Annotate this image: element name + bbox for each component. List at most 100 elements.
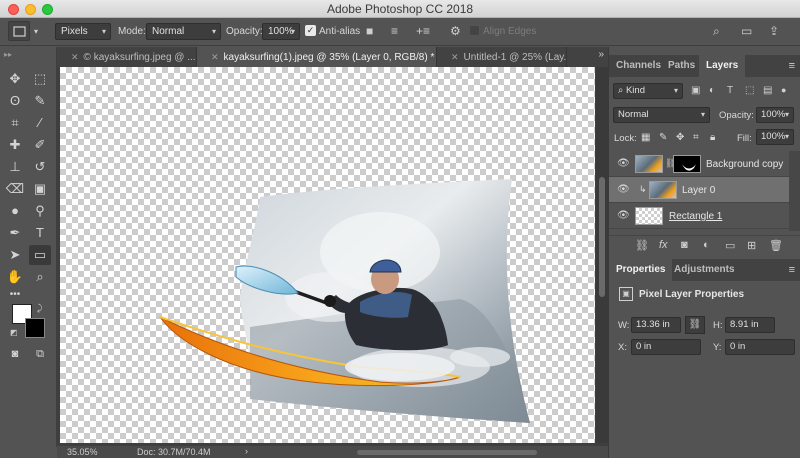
type-tool-icon[interactable]: T	[29, 223, 51, 243]
layer-row-layer-0[interactable]: 👁︎ ↳ Layer 0	[609, 177, 789, 203]
vertical-scroll-thumb[interactable]	[599, 177, 605, 297]
link-dimensions-icon[interactable]: ⛓	[685, 316, 705, 334]
shape-tool-preset-icon[interactable]	[8, 21, 30, 41]
move-tool-icon[interactable]: ✥	[4, 69, 26, 89]
layer-name[interactable]: Layer 0	[682, 185, 715, 196]
history-brush-tool-icon[interactable]: ↺	[29, 157, 51, 177]
y-input[interactable]: 0 in	[725, 339, 795, 355]
workspace-icon[interactable]: ▭	[741, 24, 752, 38]
fill-input[interactable]: 100% ▾	[756, 129, 794, 145]
add-mask-icon[interactable]: ◙	[681, 239, 688, 251]
background-color-swatch[interactable]	[25, 318, 45, 338]
preset-chevron-down-icon[interactable]: ▾	[34, 27, 38, 36]
visibility-eye-icon[interactable]: 👁︎	[617, 184, 630, 195]
swap-colors-icon[interactable]: ⤸	[37, 303, 42, 314]
visibility-eye-icon[interactable]: 👁︎	[617, 158, 630, 169]
horizontal-scroll-thumb[interactable]	[357, 450, 537, 455]
filter-smart-object-icon[interactable]: ▤	[763, 85, 772, 96]
layer-mask-thumbnail[interactable]	[673, 155, 701, 173]
quick-selection-tool-icon[interactable]: ✎	[29, 91, 51, 111]
tab-properties[interactable]: Properties	[609, 259, 673, 281]
hand-tool-icon[interactable]: ✋	[4, 267, 26, 287]
lasso-tool-icon[interactable]: ʘ	[4, 91, 26, 111]
new-adjustment-layer-icon[interactable]: ◐	[703, 239, 710, 251]
new-group-folder-icon[interactable]: ▭	[725, 239, 735, 252]
filter-toggle-icon[interactable]: ●	[781, 85, 786, 95]
opacity-input[interactable]: 100% ▾	[262, 23, 300, 40]
rectangle-tool-icon[interactable]: ▭	[29, 245, 51, 265]
quick-mask-icon[interactable]: ◙	[4, 344, 26, 364]
filter-shape-icon[interactable]: ⬚	[745, 85, 754, 96]
screen-mode-icon[interactable]: ⧉	[29, 344, 51, 364]
healing-brush-tool-icon[interactable]: ✚	[4, 135, 26, 155]
clone-stamp-tool-icon[interactable]: ⊥	[4, 157, 26, 177]
filter-pixel-icon[interactable]: ▣	[691, 85, 700, 96]
tab-channels[interactable]: Channels	[609, 55, 668, 77]
layer-name[interactable]: Background copy	[706, 159, 783, 170]
eyedropper-tool-icon[interactable]: ⁄	[29, 113, 51, 133]
marquee-tool-icon[interactable]: ⬚	[29, 69, 51, 89]
path-selection-tool-icon[interactable]: ➤	[4, 245, 26, 265]
blend-mode-select[interactable]: Normal ▾	[613, 107, 710, 123]
layers-panel-menu-icon[interactable]: ≡	[789, 60, 795, 72]
filter-adjustment-icon[interactable]: ◐	[709, 85, 715, 96]
tab-kayaksurfing[interactable]: ✕ © kayaksurfing.jpeg @ ...	[57, 47, 197, 67]
height-input[interactable]: 8.91 in	[725, 317, 775, 333]
antialias-checkbox[interactable]: ✓	[305, 25, 316, 36]
vertical-scrollbar[interactable]	[596, 67, 608, 443]
crop-tool-icon[interactable]: ⌗	[4, 113, 26, 133]
width-label: W:	[618, 320, 630, 331]
lock-artboard-icon[interactable]: ⌗	[693, 132, 699, 143]
zoom-level[interactable]: 35.05%	[67, 447, 98, 457]
width-input[interactable]: 13.36 in	[631, 317, 681, 333]
gradient-tool-icon[interactable]: ▣	[29, 179, 51, 199]
zoom-tool-icon[interactable]: ⌕	[29, 267, 51, 287]
properties-panel-menu-icon[interactable]: ≡	[789, 264, 795, 276]
close-tab-icon[interactable]: ✕	[71, 52, 79, 62]
more-tools-icon[interactable]: •••	[4, 285, 26, 305]
close-tab-icon[interactable]: ✕	[211, 52, 219, 62]
lock-image-icon[interactable]: ✎	[659, 132, 667, 143]
lock-position-icon[interactable]: ✥	[676, 132, 684, 143]
layers-scrollbar[interactable]	[789, 151, 800, 231]
gear-icon[interactable]: ⚙	[450, 24, 461, 38]
tab-layers[interactable]: Layers	[699, 55, 746, 77]
path-arrangement-icon[interactable]: +≡	[416, 24, 430, 38]
collapse-toolbar-icon[interactable]: ▸▸	[4, 50, 12, 59]
tab-paths[interactable]: Paths	[661, 55, 702, 77]
share-icon[interactable]: ⇪	[769, 24, 779, 38]
filter-type-icon[interactable]: T	[727, 85, 733, 96]
link-layers-icon[interactable]: ⛓	[635, 239, 649, 252]
layer-opacity-input[interactable]: 100% ▾	[756, 107, 794, 123]
new-layer-icon[interactable]: ⊞	[747, 239, 756, 252]
search-icon[interactable]: ⌕	[713, 24, 720, 39]
path-alignment-icon[interactable]: ≡	[391, 24, 398, 38]
tabs-overflow-icon[interactable]: »	[598, 49, 604, 60]
trash-icon[interactable]: 🗑︎	[769, 239, 783, 252]
status-menu-chevron-icon[interactable]: ›	[245, 446, 248, 456]
layer-row-rectangle-1[interactable]: 👁︎ Rectangle 1	[609, 203, 789, 229]
tab-kayaksurfing-1[interactable]: ✕ kayaksurfing(1).jpeg @ 35% (Layer 0, RG…	[197, 47, 437, 67]
layer-style-fx-icon[interactable]: fx	[659, 239, 668, 251]
blur-tool-icon[interactable]: ●	[4, 201, 26, 221]
dodge-tool-icon[interactable]: ⚲	[29, 201, 51, 221]
eraser-tool-icon[interactable]: ⌫	[4, 179, 26, 199]
lock-all-icon[interactable]: 🔒︎	[710, 132, 715, 143]
layer-name[interactable]: Rectangle 1	[669, 211, 722, 222]
canvas[interactable]	[60, 67, 595, 443]
units-select[interactable]: Pixels ▾	[55, 23, 111, 40]
tab-untitled-1[interactable]: ✕ Untitled-1 @ 25% (Lay...	[437, 47, 567, 67]
layer-filter-kind-select[interactable]: ⌕ Kind ▾	[613, 83, 683, 99]
close-tab-icon[interactable]: ✕	[451, 52, 459, 62]
mode-select[interactable]: Normal ▾	[146, 23, 221, 40]
default-colors-icon[interactable]: ◩	[10, 328, 18, 337]
brush-tool-icon[interactable]: ✐	[29, 135, 51, 155]
x-input[interactable]: 0 in	[631, 339, 701, 355]
align-edges-checkbox[interactable]	[469, 25, 480, 36]
visibility-eye-icon[interactable]: 👁︎	[617, 210, 630, 221]
tab-adjustments[interactable]: Adjustments	[667, 259, 742, 281]
lock-transparent-icon[interactable]: ▦	[641, 132, 650, 143]
path-operations-icon[interactable]: ■	[366, 24, 373, 38]
layer-row-background-copy[interactable]: 👁︎ ⛓ Background copy	[609, 151, 789, 177]
pen-tool-icon[interactable]: ✒	[4, 223, 26, 243]
